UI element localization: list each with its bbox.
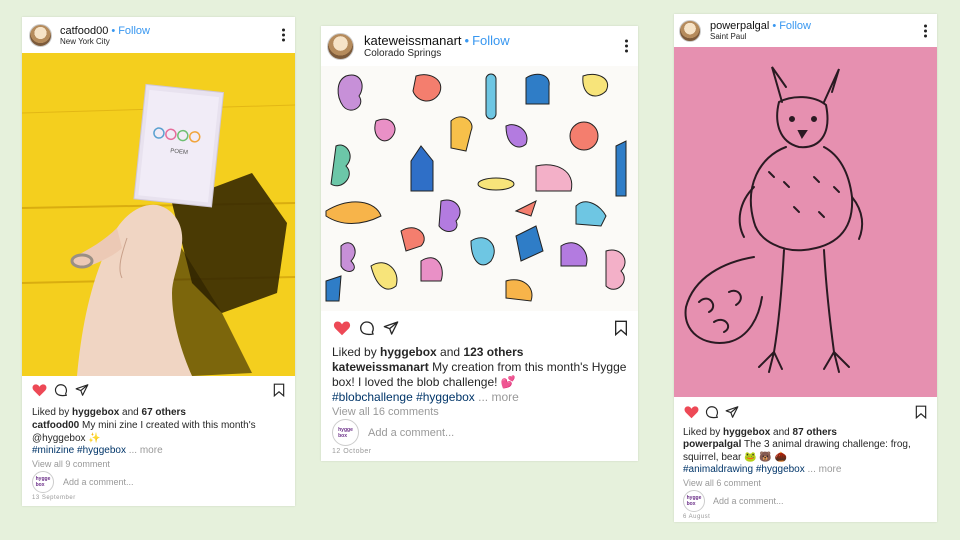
username[interactable]: catfood00 [60,25,108,37]
more-link[interactable]: ... more [805,464,842,475]
more-link[interactable]: ... more [126,445,163,456]
view-all-comments-link[interactable]: View all 6 comment [683,478,928,488]
location[interactable]: Saint Paul [710,32,811,41]
separator-dot: • [772,20,777,32]
action-bar [22,376,295,404]
username[interactable]: kateweissmanart [364,33,462,48]
share-icon[interactable] [75,383,89,397]
avatar[interactable] [29,23,52,47]
commenter-avatar: hygge box [683,489,705,512]
add-comment-row: hygge box Add a comment... [32,470,285,493]
follow-button[interactable]: Follow [472,33,510,48]
post-card-powerpalgal: powerpalgal • Follow Saint Paul Liked by… [674,14,937,522]
likes-line[interactable]: Liked by hyggebox and 67 others [32,407,285,418]
more-options-icon[interactable] [625,39,628,53]
follow-button[interactable]: Follow [779,20,811,32]
avatar[interactable] [327,32,354,60]
caption: powerpalgal The 3 animal drawing challen… [683,439,911,475]
post-header: powerpalgal • Follow Saint Paul [674,14,937,47]
comment-icon[interactable] [54,383,68,397]
separator-dot: • [111,24,116,37]
separator-dot: • [464,33,470,48]
add-comment-input[interactable]: Add a comment... [368,427,454,439]
caption-username[interactable]: kateweissmanart [332,360,429,374]
post-body: Liked by hyggebox and 87 others powerpal… [674,427,937,520]
follow-button[interactable]: Follow [118,25,150,37]
action-bar [321,311,638,345]
hashtags[interactable]: #blobchallenge #hyggebox [332,390,475,404]
bookmark-icon[interactable] [614,320,628,336]
heart-icon[interactable] [32,383,47,397]
post-card-catfood00: catfood00 • Follow New York City POEM Li… [22,17,295,506]
more-options-icon[interactable] [282,28,285,42]
hashtags[interactable]: #animaldrawing #hyggebox [683,464,805,475]
post-date: 6 August [683,513,711,520]
caption: kateweissmanart My creation from this mo… [332,360,627,404]
comment-icon[interactable] [359,320,375,336]
add-comment-row: hygge box Add a comment... [332,419,627,446]
post-photo[interactable] [321,66,638,311]
commenter-avatar: hygge box [332,419,359,446]
location[interactable]: Colorado Springs [364,48,510,59]
bookmark-icon[interactable] [273,383,285,397]
username[interactable]: powerpalgal [710,20,769,32]
caption: catfood00 My mini zine I created with th… [32,420,256,456]
caption-username[interactable]: catfood00 [32,420,79,431]
add-comment-input[interactable]: Add a comment... [713,496,784,506]
avatar[interactable] [679,19,701,42]
hashtags[interactable]: #minizine #hyggebox [32,445,126,456]
likes-line[interactable]: Liked by hyggebox and 123 others [332,345,627,359]
animal-drawing-illustration [674,47,937,397]
location[interactable]: New York City [60,37,150,46]
action-bar [674,397,937,427]
share-icon[interactable] [383,320,399,336]
post-date: 13 September [32,494,76,501]
heart-icon[interactable] [333,320,351,336]
post-body: Liked by hyggebox and 123 others katewei… [321,345,638,455]
post-date: 12 October [332,448,372,455]
share-icon[interactable] [725,405,739,419]
caption-username[interactable]: powerpalgal [683,439,741,450]
commenter-avatar: hygge box [32,470,54,493]
post-body: Liked by hyggebox and 67 others catfood0… [22,407,295,501]
post-photo[interactable]: POEM [22,53,295,376]
add-comment-input[interactable]: Add a comment... [63,477,134,487]
view-all-comments-link[interactable]: View all 9 comment [32,459,285,469]
comment-icon[interactable] [705,405,719,419]
add-comment-row: hygge box Add a comment... [683,489,928,512]
zine-photo-illustration: POEM [22,53,295,376]
more-options-icon[interactable] [924,24,927,37]
post-header: kateweissmanart • Follow Colorado Spring… [321,26,638,66]
bookmark-icon[interactable] [915,405,927,419]
blob-drawings-illustration [321,66,638,311]
likes-line[interactable]: Liked by hyggebox and 87 others [683,427,928,438]
post-card-kateweissmanart: kateweissmanart • Follow Colorado Spring… [321,26,638,461]
view-all-comments-link[interactable]: View all 16 comments [332,406,627,418]
more-link[interactable]: ... more [475,390,519,404]
post-header: catfood00 • Follow New York City [22,17,295,53]
post-photo[interactable] [674,47,937,397]
heart-icon[interactable] [684,405,699,419]
